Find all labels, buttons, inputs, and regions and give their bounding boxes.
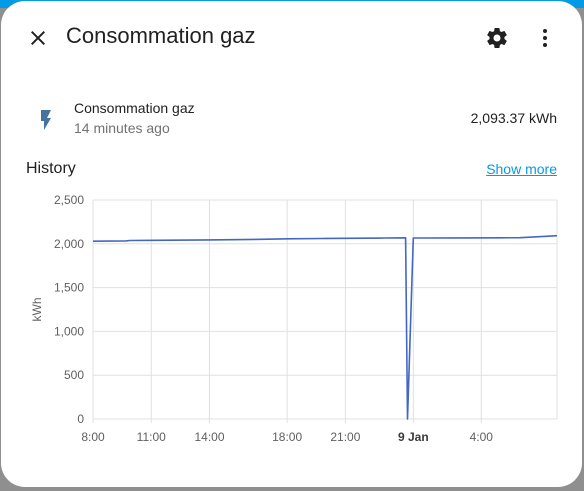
y-tick-label: 1,000: [54, 324, 84, 338]
more-vertical-icon: [543, 29, 547, 47]
x-tick-label: 14:00: [194, 430, 224, 444]
history-title: History: [26, 160, 76, 177]
history-chart[interactable]: 0 500 1,000 1,500 2,000 2,500 8:00 11:00 14:00 18…: [1, 181, 582, 451]
more-info-dialog: Consommation gaz Consommation gaz 14 min…: [1, 1, 582, 487]
entity-name: Consommation gaz: [74, 100, 195, 116]
y-tick-label: 2,000: [54, 237, 84, 251]
x-tick-label: 21:00: [330, 430, 360, 444]
y-tick-label: 500: [64, 368, 84, 382]
entity-state: 2,093.37 kWh: [470, 110, 557, 126]
dialog-title: Consommation gaz: [66, 23, 256, 48]
more-options-button[interactable]: [525, 18, 565, 58]
gear-icon: [487, 28, 507, 48]
x-tick-label: 11:00: [137, 430, 166, 444]
flash-icon: [41, 110, 51, 130]
x-tick-label: 9 Jan: [398, 430, 429, 444]
settings-button[interactable]: [477, 18, 517, 58]
y-tick-label: 2,500: [54, 193, 84, 207]
entity-last-changed: 14 minutes ago: [74, 120, 170, 136]
show-more-link[interactable]: Show more: [486, 161, 557, 177]
y-tick-label: 1,500: [54, 281, 84, 295]
y-axis-label: kWh: [30, 298, 44, 322]
close-button[interactable]: [18, 18, 58, 58]
series-line: [92, 234, 558, 420]
x-tick-label: 18:00: [272, 430, 302, 444]
y-tick-label: 0: [77, 412, 84, 426]
close-icon: [31, 31, 45, 45]
entity-row[interactable]: Consommation gaz 14 minutes ago 2,093.37…: [1, 89, 582, 145]
dialog-header: Consommation gaz: [1, 1, 582, 77]
x-tick-label: 4:00: [470, 430, 494, 444]
x-tick-label: 8:00: [81, 430, 105, 444]
